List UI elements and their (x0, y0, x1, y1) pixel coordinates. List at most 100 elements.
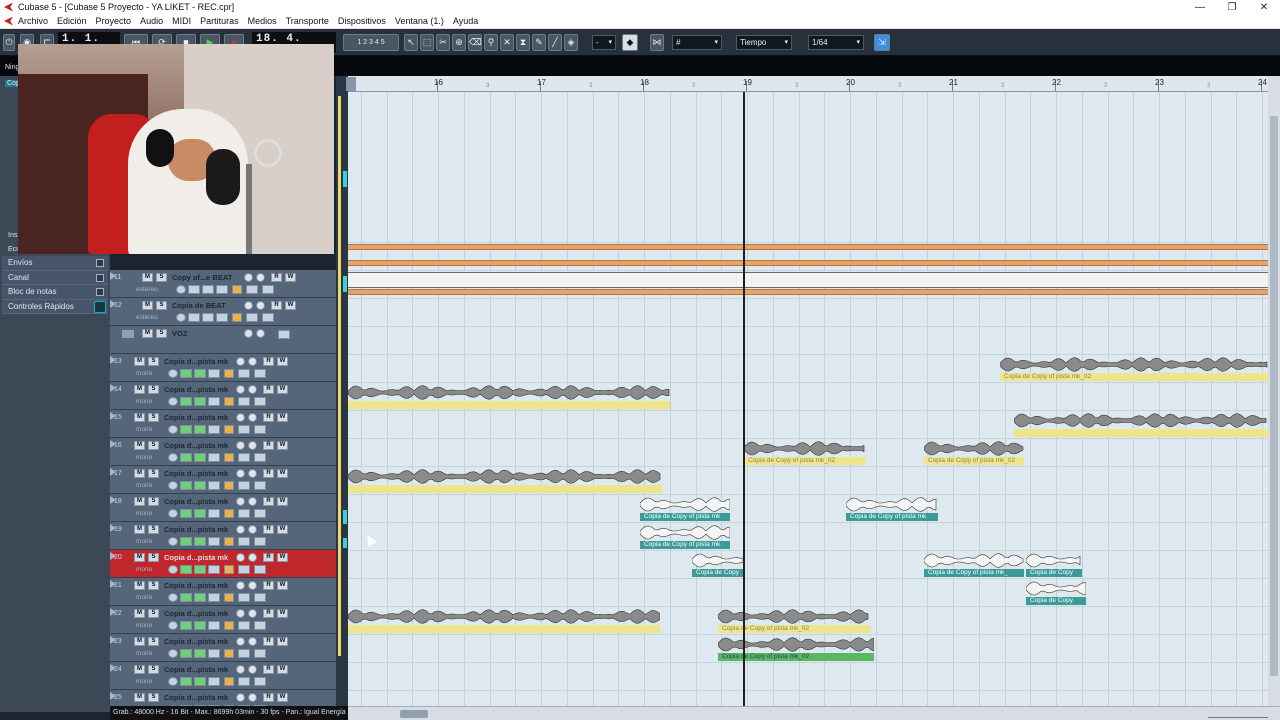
sends-icon[interactable] (208, 593, 220, 602)
write-automation-button[interactable]: W (285, 273, 296, 282)
play-tool-icon[interactable]: ◈ (564, 34, 578, 51)
snap-toggle-button[interactable]: ◆ (622, 34, 638, 51)
inserts-icon[interactable] (180, 481, 192, 490)
read-automation-button[interactable]: R (263, 385, 274, 394)
monitor-button[interactable] (248, 525, 257, 534)
menu-dispositivos[interactable]: Dispositivos (338, 16, 386, 26)
lane-icon[interactable] (254, 649, 266, 658)
eq-icon[interactable] (202, 313, 214, 322)
mute-button[interactable]: M (134, 441, 145, 450)
sends-icon[interactable] (216, 285, 228, 294)
solo-button[interactable]: S (156, 329, 167, 338)
quick-controls-icon[interactable] (94, 300, 106, 313)
track-name[interactable]: Copia d...pista mk (164, 525, 228, 534)
monitor-button[interactable] (248, 693, 257, 702)
eq-icon[interactable] (194, 565, 206, 574)
timeline-ruler[interactable]: 163173183193203213223233243 (346, 76, 1268, 92)
menu-midi[interactable]: MIDI (172, 16, 191, 26)
lock-icon[interactable] (224, 565, 234, 574)
beat-event[interactable] (348, 272, 1268, 288)
write-automation-button[interactable]: W (285, 301, 296, 310)
monitor-button[interactable] (248, 497, 257, 506)
audio-event[interactable]: Copia de Copy (692, 551, 744, 577)
audio-event[interactable]: Copia de Copy (1026, 579, 1086, 605)
audio-event[interactable] (1014, 411, 1268, 437)
menu-ayuda[interactable]: Ayuda (453, 16, 478, 26)
timebase-icon[interactable] (238, 397, 250, 406)
write-automation-button[interactable]: W (277, 525, 288, 534)
solo-button[interactable]: S (148, 581, 159, 590)
track-header[interactable]: 16 M S Copia d...pista mk R Wmono (110, 438, 336, 466)
project-cursor[interactable] (743, 92, 745, 706)
menu-edicion[interactable]: Edición (57, 16, 87, 26)
eq-icon[interactable] (194, 537, 206, 546)
grid-type-select[interactable]: # ▾ (672, 35, 722, 50)
track-name[interactable]: Copia d...pista mk (164, 497, 228, 506)
timebase-icon[interactable] (246, 313, 258, 322)
timebase-icon[interactable] (238, 621, 250, 630)
monitor-button[interactable] (248, 413, 257, 422)
menu-audio[interactable]: Audio (140, 16, 163, 26)
lane-icon[interactable] (254, 565, 266, 574)
record-enable-button[interactable] (236, 637, 245, 646)
audio-event[interactable]: Copia de Copy of pista mk_02 (744, 439, 866, 465)
edit-channel-icon[interactable] (168, 565, 178, 574)
edit-channel-icon[interactable] (168, 677, 178, 686)
timebase-icon[interactable] (238, 537, 250, 546)
read-automation-button[interactable]: R (263, 637, 274, 646)
lane-icon[interactable] (254, 509, 266, 518)
eq-icon[interactable] (194, 621, 206, 630)
lane-icon[interactable] (254, 481, 266, 490)
record-enable-button[interactable] (236, 665, 245, 674)
arrange-window[interactable]: Copia de Copy of pista mk_02 Copia de Cop… (348, 92, 1268, 706)
track-name[interactable]: Copy of...e BEAT (172, 273, 232, 282)
lock-icon[interactable] (224, 621, 234, 630)
write-automation-button[interactable]: W (277, 441, 288, 450)
track-header[interactable]: 20 M S Copia d...pista mk R Wmono (110, 550, 336, 578)
split-tool-icon[interactable]: ✂ (436, 34, 450, 51)
monitor-button[interactable] (248, 441, 257, 450)
audio-event[interactable]: Copia de Copy of pista mk_02 (1000, 355, 1268, 381)
inserts-icon[interactable] (180, 425, 192, 434)
sends-icon[interactable] (208, 425, 220, 434)
solo-button[interactable]: S (148, 385, 159, 394)
solo-button[interactable]: S (148, 469, 159, 478)
record-enable-button[interactable] (236, 609, 245, 618)
solo-button[interactable]: S (148, 441, 159, 450)
monitor-button[interactable] (256, 273, 265, 282)
snap-type-select[interactable]: - ▾ (592, 35, 616, 50)
track-header[interactable]: 24 M S Copia d...pista mk R Wmono (110, 662, 336, 690)
solo-button[interactable]: S (148, 609, 159, 618)
audio-event[interactable]: Copia de Copy of pista mk (640, 495, 730, 521)
range-tool-icon[interactable]: ⬚ (420, 34, 434, 51)
edit-channel-icon[interactable] (168, 509, 178, 518)
inspector-bloc-notas[interactable]: Bloc de notas (2, 285, 108, 300)
edit-channel-icon[interactable] (176, 313, 186, 322)
settings-icon[interactable] (96, 259, 104, 267)
edit-channel-icon[interactable] (168, 537, 178, 546)
solo-button[interactable]: S (156, 273, 167, 282)
solo-button[interactable]: S (148, 357, 159, 366)
track-header[interactable]: 23 M S Copia d...pista mk R Wmono (110, 634, 336, 662)
beat-event[interactable] (348, 260, 1268, 266)
write-automation-button[interactable]: W (277, 581, 288, 590)
mute-button[interactable]: M (134, 553, 145, 562)
track-header[interactable]: 11 M S Copy of...e BEAT R Westéreo (110, 270, 336, 298)
menu-archivo[interactable]: Archivo (18, 16, 48, 26)
write-automation-button[interactable]: W (277, 553, 288, 562)
mute-button[interactable]: M (142, 273, 153, 282)
track-name[interactable]: Copia d...pista mk (164, 385, 228, 394)
close-button[interactable]: ✕ (1248, 2, 1280, 13)
read-automation-button[interactable]: R (263, 413, 274, 422)
lane-icon[interactable] (254, 677, 266, 686)
mute-button[interactable]: M (134, 385, 145, 394)
read-automation-button[interactable]: R (263, 441, 274, 450)
inserts-icon[interactable] (188, 285, 200, 294)
inserts-icon[interactable] (180, 369, 192, 378)
lock-icon[interactable] (224, 369, 234, 378)
timebase-icon[interactable] (238, 509, 250, 518)
sends-icon[interactable] (208, 565, 220, 574)
mute-button[interactable]: M (134, 357, 145, 366)
beat-event[interactable] (348, 289, 1268, 295)
left-locator-handle[interactable] (346, 77, 356, 91)
